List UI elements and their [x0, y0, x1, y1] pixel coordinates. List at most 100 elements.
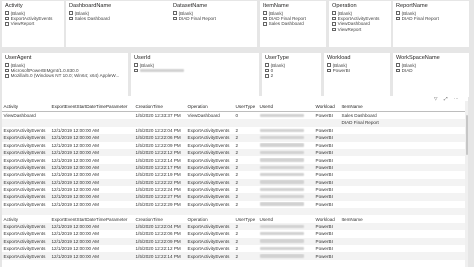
table-row[interactable]: ExportActivityEvents 12/1/2019 12:00:00 A…: [2, 186, 468, 193]
slicer-option[interactable]: ViewReport: [332, 27, 388, 32]
column-header[interactable]: UserId: [258, 104, 314, 109]
table-row[interactable]: ExportActivityEvents 12/1/2019 12:00:00 A…: [2, 222, 468, 231]
slicer-workspacename: WorkSpaceName (Blank) DIAD: [393, 53, 469, 97]
slicer-title: UserType: [265, 55, 289, 61]
checkbox[interactable]: [327, 68, 331, 73]
table-cell: 12/1/2019 12:00:00 AM: [51, 238, 100, 244]
table-row[interactable]: ExportActivityEvents 12/1/2019 12:00:00 A…: [2, 156, 468, 163]
slicer-option-label: DIAD Final Report: [268, 16, 306, 22]
table-scrollbar[interactable]: [465, 101, 468, 267]
table-cell: 0: [235, 113, 239, 119]
slicer-option-label: (Blank): [401, 10, 417, 16]
table-row[interactable]: ExportActivityEvents 12/1/2019 12:00:00 A…: [2, 252, 468, 260]
checkbox[interactable]: [396, 63, 400, 67]
scrollbar-thumb[interactable]: [465, 115, 468, 155]
checkbox[interactable]: [332, 22, 336, 26]
column-header[interactable]: ExportEventStartDateTimeParameter: [50, 104, 134, 109]
table-cell: 2: [235, 135, 239, 141]
checkbox[interactable]: [265, 63, 269, 67]
column-header[interactable]: Activity: [2, 104, 50, 109]
table-cell: ExportActivityEvents: [187, 187, 230, 193]
checkbox[interactable]: [332, 16, 336, 21]
table-cell: [258, 165, 314, 170]
checkbox[interactable]: [263, 11, 267, 15]
slicer-option[interactable]: DIAD: [396, 68, 466, 73]
checkbox[interactable]: [5, 22, 9, 26]
checkbox[interactable]: [265, 68, 269, 73]
column-header[interactable]: UserType: [234, 104, 258, 109]
table-row[interactable]: ExportActivityEvents 12/1/2019 12:00:00 A…: [2, 178, 468, 186]
checkbox[interactable]: [134, 68, 138, 73]
slicer-option[interactable]: Sales Dashboard: [263, 21, 323, 26]
table-cell: 1/5/2020 12:22:22 PM: [135, 179, 181, 185]
slicer-usertype: UserType (Blank) 0 2: [262, 53, 321, 97]
table-cell: 2: [235, 187, 239, 193]
table-cell: 2: [235, 150, 239, 156]
table-row[interactable]: ExportActivityEvents 12/1/2019 12:00:00 A…: [2, 245, 468, 252]
checkbox[interactable]: [396, 16, 400, 21]
checkbox[interactable]: [173, 16, 177, 21]
checkbox[interactable]: [327, 63, 331, 67]
checkbox[interactable]: [5, 16, 9, 21]
slicer-option[interactable]: 2: [265, 73, 318, 78]
table-row[interactable]: ExportActivityEvents 12/1/2019 12:00:00 A…: [2, 171, 468, 178]
column-header[interactable]: CreationTime: [134, 104, 186, 109]
checkbox[interactable]: [396, 11, 400, 15]
table-row[interactable]: ExportActivityEvents 12/1/2019 12:00:00 A…: [2, 193, 468, 201]
table-cell: 12/1/2019 12:00:00 AM: [51, 194, 100, 200]
table-cell: 12/1/2019 12:00:00 AM: [51, 253, 100, 259]
checkbox[interactable]: [5, 11, 9, 15]
table-row[interactable]: Activity ExportEventStartDateTimeParamete…: [2, 215, 468, 222]
slicer-option[interactable]: Mozilla/5.0 (Windows NT 10.0; Win64; x64…: [5, 73, 125, 78]
table-row[interactable]: ExportActivityEvents 12/1/2019 12:00:00 A…: [2, 127, 468, 134]
table-cell: [258, 128, 314, 133]
table-cell: ExportActivityEvents: [187, 127, 230, 133]
table-cell: ExportActivityEvents: [187, 238, 230, 244]
table-cell: 1/5/2020 12:22:29 PM: [135, 201, 181, 207]
checkbox[interactable]: [263, 22, 267, 26]
slicer-option[interactable]: DIAD Final Report: [396, 16, 466, 21]
column-header[interactable]: Workload: [314, 104, 340, 109]
checkbox[interactable]: [5, 63, 9, 67]
table-cell: 2: [235, 231, 239, 237]
checkbox[interactable]: [5, 74, 9, 78]
checkbox[interactable]: [396, 68, 400, 73]
checkbox[interactable]: [263, 16, 267, 21]
table-row[interactable]: ExportActivityEvents 12/1/2019 12:00:00 A…: [2, 230, 468, 237]
table-cell: ExportActivityEvents: [187, 164, 230, 170]
slicer-option-label: 2: [270, 73, 274, 79]
checkbox[interactable]: [332, 27, 336, 32]
checkbox[interactable]: [265, 74, 269, 78]
table-row[interactable]: ExportActivityEvents 12/1/2019 12:00:00 A…: [2, 163, 468, 172]
slicer-option-redacted[interactable]: [134, 68, 256, 73]
table-row[interactable]: ExportActivityEvents 12/1/2019 12:00:00 A…: [2, 134, 468, 142]
checkbox[interactable]: [332, 11, 336, 15]
table-row[interactable]: ExportActivityEvents 12/1/2019 12:00:00 A…: [2, 142, 468, 149]
checkbox[interactable]: [69, 16, 73, 21]
checkbox[interactable]: [69, 11, 73, 15]
table-cell: Workload: [315, 216, 335, 222]
slicer-option[interactable]: ViewReport: [5, 21, 61, 26]
slicer-option[interactable]: PowerBI: [327, 68, 387, 73]
slicer-option[interactable]: Sales Dashboard: [69, 16, 178, 21]
table-cell: ExportActivityEvents: [187, 157, 230, 163]
table-row[interactable]: ExportActivityEvents 12/1/2019 12:00:00 A…: [2, 237, 468, 246]
table-cell: [258, 202, 314, 207]
table-cell: ExportActivityEvents: [3, 157, 46, 163]
slicer-option[interactable]: DIAD Final Report: [173, 16, 254, 21]
slicer-option-label: (Blank): [268, 10, 284, 16]
table-cell: [258, 150, 314, 155]
table-cell: 12/1/2019 12:00:00 AM: [51, 142, 100, 148]
table-cell: ExportActivityEvents: [3, 187, 46, 193]
column-header[interactable]: Operation: [186, 104, 234, 109]
column-header[interactable]: ItemName: [340, 104, 468, 109]
table-cell: ExportActivityEvents: [187, 201, 230, 207]
checkbox[interactable]: [5, 68, 9, 73]
checkbox[interactable]: [134, 63, 138, 67]
table-row[interactable]: ExportActivityEvents 12/1/2019 12:00:00 A…: [2, 201, 468, 208]
table-row[interactable]: ExportActivityEvents 12/1/2019 12:00:00 A…: [2, 148, 468, 157]
checkbox[interactable]: [173, 11, 177, 15]
redacted-value: [259, 180, 304, 184]
table-row[interactable]: [2, 208, 468, 216]
table-cell: 2: [235, 179, 239, 185]
